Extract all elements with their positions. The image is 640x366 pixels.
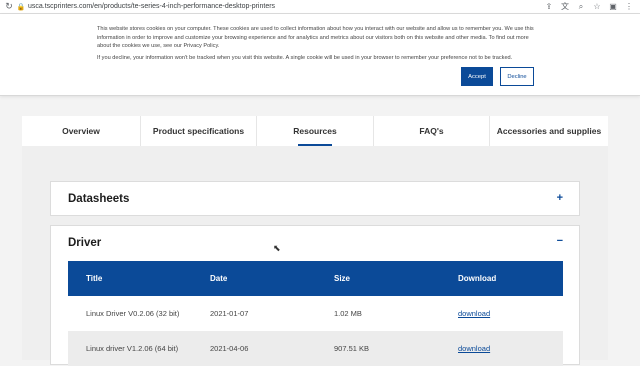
driver-date-cell: 2021-04-06 (210, 344, 249, 353)
tab-accessories-and-supplies[interactable]: Accessories and supplies (490, 116, 608, 146)
table-row: Linux Driver V0.2.06 (32 bit) 2021-01-07… (68, 296, 563, 331)
collapse-minus-icon[interactable]: − (557, 235, 563, 247)
expand-plus-icon[interactable]: + (557, 192, 563, 204)
accept-button[interactable]: Accept (461, 67, 493, 86)
tab-resources[interactable]: Resources (257, 116, 373, 146)
driver-date-cell: 2021-01-07 (210, 309, 249, 318)
address-bar[interactable]: usca.tscprinters.com/en/products/te-seri… (28, 3, 275, 10)
driver-title: Driver (68, 237, 102, 249)
driver-accordion: Driver − Title Date Size Download Linux … (50, 225, 580, 366)
share-icon[interactable]: ⇪ (544, 1, 554, 13)
translate-icon[interactable]: 文 (560, 1, 570, 13)
cookie-decline-notice: If you decline, your information won't b… (97, 55, 513, 61)
column-header-size: Size (334, 274, 351, 283)
zoom-icon[interactable]: ⌕ (576, 1, 586, 13)
driver-title-cell: Linux Driver V0.2.06 (32 bit) (86, 309, 180, 318)
reload-icon[interactable]: ↻ (2, 0, 16, 14)
tab-product-specifications[interactable]: Product specifications (141, 116, 256, 146)
driver-table: Title Date Size Download Linux Driver V0… (68, 261, 563, 366)
browser-toolbar: ↻ 🔒 usca.tscprinters.com/en/products/te-… (0, 0, 640, 14)
driver-size-cell: 1.02 MB (334, 309, 362, 318)
browser-action-icons: ⇪ 文 ⌕ ☆ ▣ ⋮ (544, 1, 634, 13)
driver-size-cell: 907.51 KB (334, 344, 370, 353)
datasheets-title: Datasheets (68, 193, 130, 205)
table-row: Linux driver V1.2.06 (64 bit) 2021-04-06… (68, 331, 563, 366)
datasheets-accordion[interactable]: Datasheets + (50, 181, 580, 216)
bookmark-star-icon[interactable]: ☆ (592, 1, 602, 13)
decline-button[interactable]: Decline (500, 67, 534, 86)
mouse-cursor-icon: ⬉ (273, 243, 281, 253)
download-link[interactable]: download (458, 309, 490, 318)
menu-icon[interactable]: ⋮ (624, 1, 634, 13)
table-header: Title Date Size Download (68, 261, 563, 296)
cookie-banner: This website stores cookies on your comp… (0, 14, 640, 96)
driver-title-cell: Linux driver V1.2.06 (64 bit) (86, 344, 179, 353)
extensions-icon[interactable]: ▣ (608, 1, 618, 13)
product-tabs: Overview Product specifications Resource… (22, 116, 608, 146)
column-header-date: Date (210, 274, 228, 283)
column-header-download: Download (458, 274, 497, 283)
cookie-notice-text: This website stores cookies on your comp… (97, 26, 534, 50)
column-header-title: Title (86, 274, 103, 283)
tab-overview[interactable]: Overview (22, 116, 140, 146)
download-link[interactable]: download (458, 344, 490, 353)
tab-faqs[interactable]: FAQ's (374, 116, 489, 146)
lock-icon[interactable]: 🔒 (16, 3, 26, 11)
